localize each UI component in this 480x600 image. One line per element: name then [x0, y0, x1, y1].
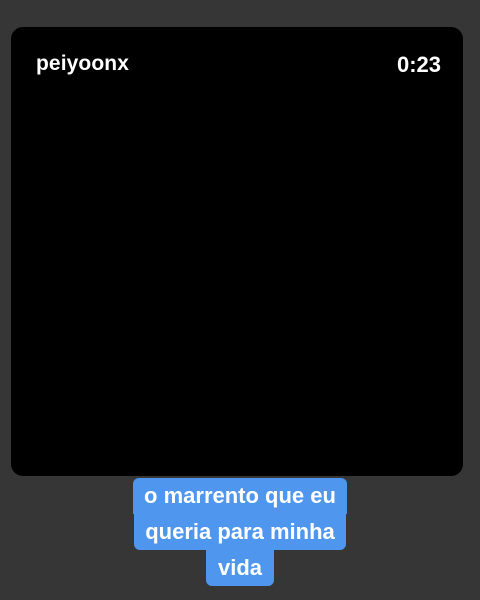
caption-line-2: queria para minha	[134, 514, 346, 550]
caption-overlay: o marrento que eu queria para minha vida	[0, 478, 480, 586]
caption-line-1: o marrento que eu	[133, 478, 347, 514]
caption-line-3: vida	[205, 550, 275, 586]
screen: peiyoonx 0:23 o marrento que eu queria p…	[0, 0, 480, 600]
video-player[interactable]: peiyoonx 0:23	[11, 27, 463, 476]
video-timestamp: 0:23	[396, 52, 441, 77]
username-label[interactable]: peiyoonx	[36, 52, 129, 76]
